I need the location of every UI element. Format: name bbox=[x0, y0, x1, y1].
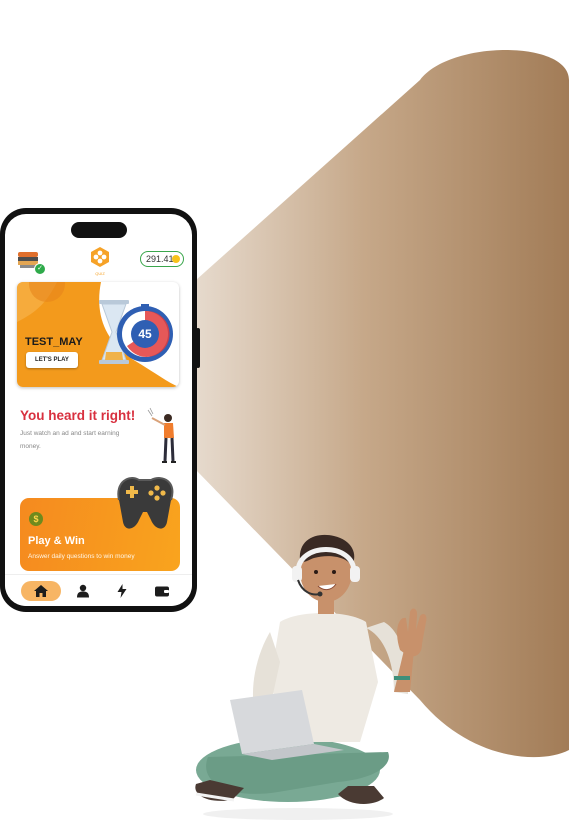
phone-mockup: ✓ QUIZ 291.41 45 TEST_MAY LET'S PLAY You… bbox=[0, 208, 200, 612]
play-card-title: Play & Win bbox=[28, 535, 85, 547]
lightning-icon bbox=[117, 584, 127, 598]
coin-icon bbox=[172, 255, 180, 263]
app-logo: QUIZ bbox=[89, 246, 111, 276]
logo-label: QUIZ bbox=[95, 271, 105, 276]
promo-text: Just watch an ad and start earning money… bbox=[20, 430, 120, 450]
logo-icon bbox=[91, 247, 109, 267]
bottom-navigation bbox=[5, 574, 192, 606]
promo-heading: You heard it right! bbox=[20, 408, 136, 423]
banner-carousel[interactable]: 45 TEST_MAY LET'S PLAY bbox=[17, 282, 179, 387]
dynamic-island bbox=[71, 222, 127, 238]
support-agent-illustration bbox=[195, 534, 427, 820]
banner-title: TEST_MAY bbox=[25, 336, 83, 348]
nav-profile-button[interactable] bbox=[72, 581, 94, 601]
user-icon bbox=[77, 584, 89, 598]
app-header: ✓ QUIZ 291.41 bbox=[5, 246, 192, 280]
carousel-indicator bbox=[73, 379, 127, 381]
lets-play-button[interactable]: LET'S PLAY bbox=[26, 352, 78, 368]
nav-home-button[interactable] bbox=[21, 581, 61, 601]
play-card-subtitle: Answer daily questions to win money bbox=[28, 553, 135, 560]
timer-value: 45 bbox=[138, 327, 152, 341]
nav-wallet-button[interactable] bbox=[151, 581, 173, 601]
home-icon bbox=[34, 585, 48, 597]
banner-artwork: 45 bbox=[17, 282, 179, 387]
pointing-person-illustration bbox=[147, 407, 176, 463]
phone-power-button bbox=[196, 328, 200, 368]
phone-volume-button bbox=[0, 288, 1, 306]
wallet-icon bbox=[155, 586, 169, 597]
nav-bolt-button[interactable] bbox=[111, 581, 133, 601]
phone-volume-button bbox=[0, 312, 1, 342]
play-and-win-card[interactable]: $ Play & Win Answer daily questions to w… bbox=[20, 477, 180, 571]
gamepad-icon bbox=[117, 477, 174, 529]
dollar-coin-icon: $ bbox=[29, 512, 43, 526]
verified-check-icon: ✓ bbox=[34, 263, 46, 275]
coin-balance-value: 291.41 bbox=[146, 254, 174, 264]
coin-balance-badge[interactable]: 291.41 bbox=[140, 251, 184, 267]
app-screen: ✓ QUIZ 291.41 45 TEST_MAY LET'S PLAY You… bbox=[5, 214, 192, 606]
stopwatch-icon: 45 bbox=[117, 304, 173, 362]
